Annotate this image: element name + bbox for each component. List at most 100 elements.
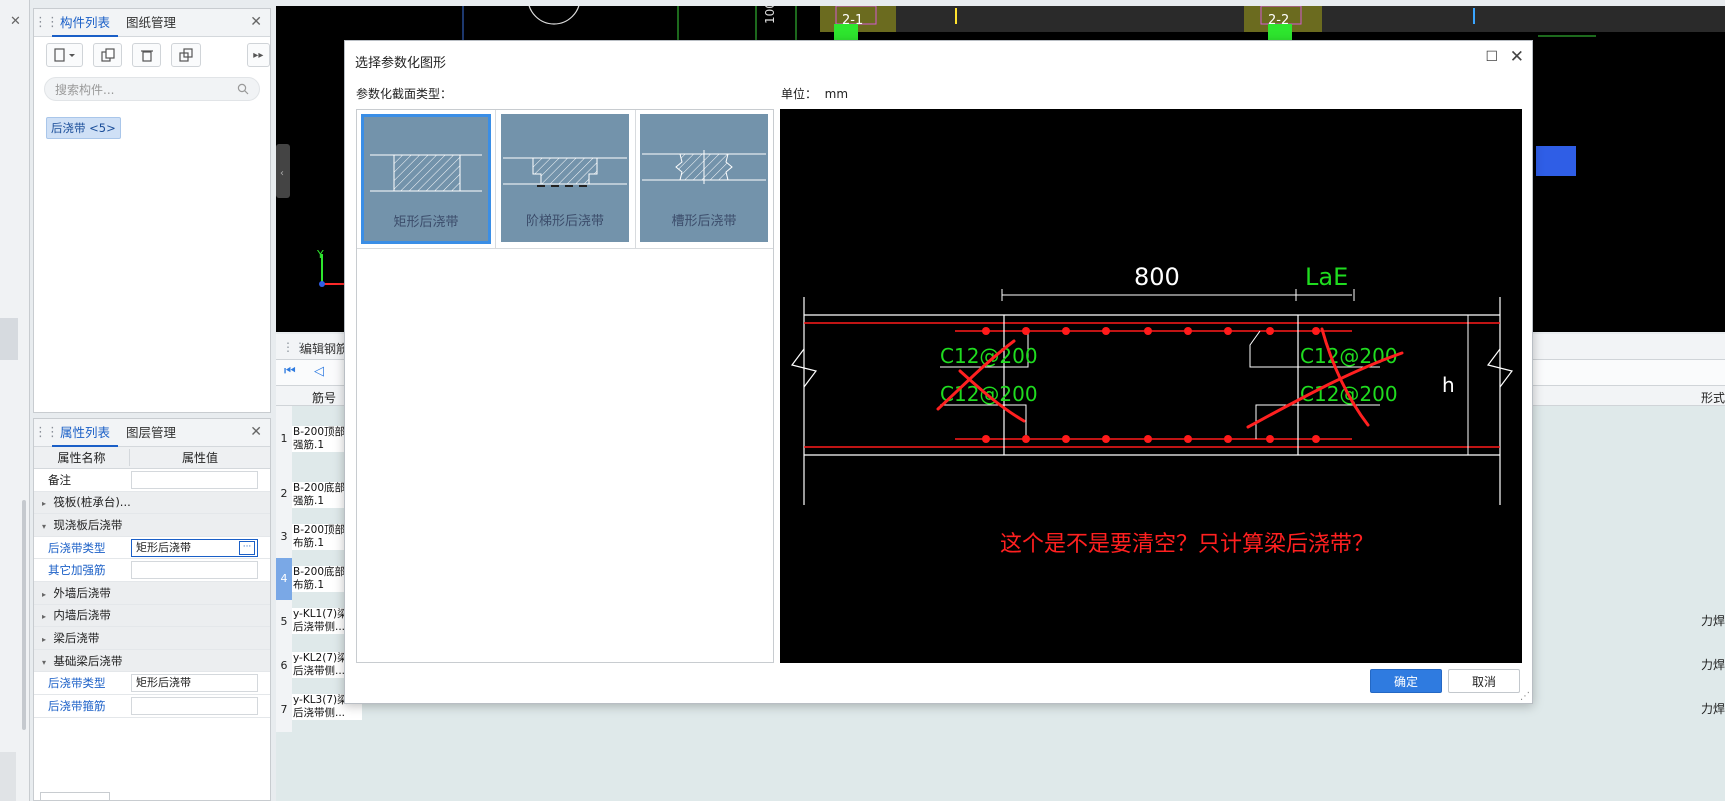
form-cell[interactable]: 力焊 (1701, 612, 1725, 629)
rebar-label: C12@200 (940, 344, 1038, 368)
search-icon (237, 83, 249, 95)
close-icon[interactable]: ✕ (10, 14, 21, 29)
property-group-label: ▸ 内墙后浇带 (34, 607, 111, 623)
dim-800-label: 800 (1134, 263, 1180, 291)
group-name: 外墙后浇带 (53, 585, 111, 600)
property-group-label: ▾ 现浇板后浇带 (34, 517, 122, 533)
new-file-icon (54, 48, 76, 62)
row-number[interactable]: 3 (276, 516, 292, 558)
property-panel: ⋮⋮ 属性列表 图层管理 ✕ 属性名称 属性值 备注 ▸ 筏板(桩承台)... … (33, 418, 271, 801)
col-property-value: 属性值 (181, 451, 218, 465)
copy-button[interactable] (92, 43, 123, 67)
row-number[interactable]: 2 (276, 472, 292, 516)
dim-lae-label: LaE (1305, 263, 1348, 291)
ellipsis-icon[interactable]: ··· (239, 540, 255, 555)
property-value-input[interactable] (131, 470, 258, 489)
property-label: 其它加强筋 (48, 563, 106, 578)
resize-grip-icon[interactable]: ⋰ (1520, 691, 1530, 702)
property-value: 矩形后浇带 (136, 540, 191, 554)
rebar-panel-title: 编辑钢筋 (300, 342, 349, 356)
prev-page-icon[interactable]: ◁ (314, 364, 324, 379)
tab-layer-management[interactable]: 图层管理 (118, 419, 184, 447)
property-table-header: 属性名称 属性值 (34, 447, 270, 469)
section-preview-drawing: 800 LaE h C12@200 C12@200 C12@200 C12@20… (790, 263, 1514, 557)
group-name: 现浇板后浇带 (53, 517, 123, 532)
property-value-input[interactable]: 矩形后浇带 (131, 674, 258, 693)
thumb-groove-strip[interactable]: 槽形后浇带 (640, 114, 768, 242)
property-value-input[interactable] (131, 561, 258, 580)
group-name: 内墙后浇带 (53, 608, 111, 623)
caret-down-icon: ▾ (42, 521, 47, 531)
close-icon[interactable]: ✕ (250, 14, 262, 30)
row-number[interactable]: 1 (276, 406, 292, 472)
cancel-button[interactable]: 取消 (1448, 669, 1520, 693)
tab-drawing-management[interactable]: 图纸管理 (118, 9, 184, 37)
thumb-caption: 槽形后浇带 (671, 214, 737, 229)
unit-value: mm (824, 87, 849, 101)
form-cell[interactable]: 力焊 (1701, 700, 1725, 717)
stepped-strip-icon (503, 157, 627, 187)
close-icon[interactable]: ✕ (1510, 47, 1524, 67)
row-number-selected[interactable]: 4 (276, 558, 292, 600)
thumb-caption: 阶梯形后浇带 (525, 214, 604, 229)
property-label: 后浇带类型 (48, 540, 106, 555)
property-row-strip-type-2: 后浇带类型 矩形后浇带 (34, 672, 270, 695)
unit-label: 单位： mm (781, 85, 848, 102)
component-list-panel: ⋮⋮ 构件列表 图纸管理 ✕ ▸▸ 搜索构件... 后浇带 <5> (33, 8, 271, 413)
maximize-icon[interactable]: ☐ (1485, 49, 1498, 65)
property-group-label: ▸ 筏板(桩承台)... (34, 494, 131, 510)
delete-button[interactable] (132, 43, 162, 67)
dim-h-label: h (1442, 373, 1455, 397)
drag-grip-icon[interactable]: ⋮⋮ (34, 425, 59, 440)
select-parametric-shape-dialog: 选择参数化图形 ☐ ✕ 参数化截面类型： 单位： mm 矩形后浇带 阶梯形后浇带… (344, 40, 1533, 704)
cad-dim-label: 100 (763, 6, 777, 24)
row-number[interactable]: 7 (276, 688, 292, 732)
caret-right-icon: ▸ (42, 499, 47, 509)
row-number[interactable]: 6 (276, 644, 292, 688)
new-component-button[interactable] (46, 43, 83, 67)
caret-right-icon: ▸ (42, 612, 47, 622)
more-tools-button[interactable]: ▸▸ (246, 43, 271, 67)
property-tabbar: ⋮⋮ 属性列表 图层管理 ✕ (34, 419, 270, 447)
property-value-input[interactable] (131, 696, 258, 715)
property-value: 矩形后浇带 (136, 676, 191, 690)
left-scrollbar[interactable] (22, 500, 26, 730)
first-page-icon[interactable]: ⏮ (284, 364, 296, 379)
property-row-other-rebar: 其它加强筋 (34, 559, 270, 582)
tab-component-list[interactable]: 构件列表 (52, 9, 119, 37)
copy-icon (100, 48, 115, 62)
layer-copy-button[interactable] (171, 43, 201, 67)
property-group-foundation-beam[interactable]: ▾ 基础梁后浇带 (34, 649, 270, 673)
ok-button[interactable]: 确定 (1370, 669, 1442, 693)
component-tag-post-pour-strip[interactable]: 后浇带 <5> (46, 117, 121, 139)
trash-icon (140, 50, 153, 62)
property-group-raft[interactable]: ▸ 筏板(桩承台)... (34, 491, 270, 515)
property-group-outer-wall[interactable]: ▸ 外墙后浇带 (34, 581, 270, 605)
property-group-slab-strip[interactable]: ▾ 现浇板后浇带 (34, 514, 270, 537)
annotation-text: 这个是不是要清空？只计算梁后浇带？ (1000, 532, 1374, 557)
collapse-chevron-icon[interactable]: ‹ (280, 168, 284, 179)
drag-grip-icon[interactable]: ⋮⋮ (34, 15, 59, 30)
col-property-name: 属性名称 (34, 449, 130, 466)
thumb-stepped-strip[interactable]: 阶梯形后浇带 (501, 114, 629, 242)
close-icon[interactable]: ✕ (250, 424, 262, 440)
list-divider (495, 110, 496, 248)
col-form: 形式 (1700, 391, 1725, 405)
property-rows: 备注 ▸ 筏板(桩承台)... ▾ 现浇板后浇带 后浇带类型 矩形后浇带 ··· … (34, 469, 270, 718)
group-name: 基础梁后浇带 (53, 653, 123, 668)
component-search-input[interactable]: 搜索构件... (44, 77, 260, 101)
property-group-beam[interactable]: ▸ 梁后浇带 (34, 627, 270, 650)
property-row-remark: 备注 (34, 469, 270, 492)
tab-property-list[interactable]: 属性列表 (52, 419, 119, 447)
list-divider (635, 110, 636, 248)
layers-icon (179, 48, 193, 62)
thumb-caption: 矩形后浇带 (393, 215, 459, 230)
thumb-rectangular-strip[interactable]: 矩形后浇带 (361, 114, 491, 244)
group-name: 筏板(桩承台)... (53, 495, 131, 510)
form-cell[interactable]: 力焊 (1701, 656, 1725, 673)
row-number[interactable]: 5 (276, 600, 292, 644)
property-group-inner-wall[interactable]: ▸ 内墙后浇带 (34, 604, 270, 628)
property-value-input[interactable]: 矩形后浇带 ··· (131, 538, 258, 557)
dialog-title: 选择参数化图形 (355, 56, 447, 71)
list-divider (357, 248, 773, 249)
